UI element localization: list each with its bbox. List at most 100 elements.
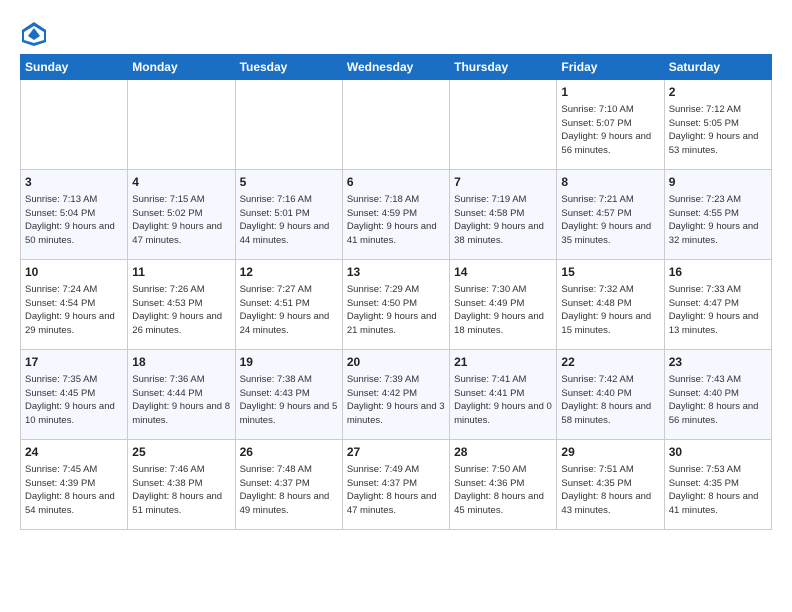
day-number: 23 <box>669 354 767 371</box>
calendar-cell-10: 10 Sunrise: 7:24 AM Sunset: 4:54 PM Dayli… <box>21 260 128 350</box>
day-info: Sunrise: 7:23 AM Sunset: 4:55 PM Dayligh… <box>669 193 767 248</box>
day-info: Sunrise: 7:30 AM Sunset: 4:49 PM Dayligh… <box>454 283 552 338</box>
calendar-week-row: 1 Sunrise: 7:10 AM Sunset: 5:07 PM Daylig… <box>21 80 772 170</box>
calendar-header-tuesday: Tuesday <box>235 55 342 80</box>
calendar-cell-4: 4 Sunrise: 7:15 AM Sunset: 5:02 PM Daylig… <box>128 170 235 260</box>
day-number: 16 <box>669 264 767 281</box>
day-number: 28 <box>454 444 552 461</box>
day-info: Sunrise: 7:42 AM Sunset: 4:40 PM Dayligh… <box>561 373 659 428</box>
day-number: 20 <box>347 354 445 371</box>
day-info: Sunrise: 7:33 AM Sunset: 4:47 PM Dayligh… <box>669 283 767 338</box>
calendar-cell-28: 28 Sunrise: 7:50 AM Sunset: 4:36 PM Dayli… <box>450 440 557 530</box>
day-number: 8 <box>561 174 659 191</box>
header <box>20 20 772 48</box>
logo-icon <box>20 20 48 48</box>
day-info: Sunrise: 7:41 AM Sunset: 4:41 PM Dayligh… <box>454 373 552 428</box>
day-info: Sunrise: 7:48 AM Sunset: 4:37 PM Dayligh… <box>240 463 338 518</box>
calendar-table: SundayMondayTuesdayWednesdayThursdayFrid… <box>20 54 772 530</box>
day-info: Sunrise: 7:45 AM Sunset: 4:39 PM Dayligh… <box>25 463 123 518</box>
calendar-cell-24: 24 Sunrise: 7:45 AM Sunset: 4:39 PM Dayli… <box>21 440 128 530</box>
calendar-cell-8: 8 Sunrise: 7:21 AM Sunset: 4:57 PM Daylig… <box>557 170 664 260</box>
calendar-cell-30: 30Sunrise: 7:53 AM Sunset: 4:35 PM Dayli… <box>664 440 771 530</box>
calendar-week-row: 3 Sunrise: 7:13 AM Sunset: 5:04 PM Daylig… <box>21 170 772 260</box>
calendar-cell-20: 20 Sunrise: 7:39 AM Sunset: 4:42 PM Dayli… <box>342 350 449 440</box>
calendar-cell-12: 12 Sunrise: 7:27 AM Sunset: 4:51 PM Dayli… <box>235 260 342 350</box>
calendar-cell-21: 21 Sunrise: 7:41 AM Sunset: 4:41 PM Dayli… <box>450 350 557 440</box>
day-info: Sunrise: 7:24 AM Sunset: 4:54 PM Dayligh… <box>25 283 123 338</box>
calendar-cell-27: 27 Sunrise: 7:49 AM Sunset: 4:37 PM Dayli… <box>342 440 449 530</box>
calendar-header-row: SundayMondayTuesdayWednesdayThursdayFrid… <box>21 55 772 80</box>
day-info: Sunrise: 7:35 AM Sunset: 4:45 PM Dayligh… <box>25 373 123 428</box>
calendar-cell-25: 25Sunrise: 7:46 AM Sunset: 4:38 PM Dayli… <box>128 440 235 530</box>
calendar-cell-1: 1 Sunrise: 7:10 AM Sunset: 5:07 PM Daylig… <box>557 80 664 170</box>
calendar-cell-18: 18Sunrise: 7:36 AM Sunset: 4:44 PM Dayli… <box>128 350 235 440</box>
day-info: Sunrise: 7:19 AM Sunset: 4:58 PM Dayligh… <box>454 193 552 248</box>
day-info: Sunrise: 7:21 AM Sunset: 4:57 PM Dayligh… <box>561 193 659 248</box>
calendar-cell-26: 26 Sunrise: 7:48 AM Sunset: 4:37 PM Dayli… <box>235 440 342 530</box>
calendar-cell-23: 23 Sunrise: 7:43 AM Sunset: 4:40 PM Dayli… <box>664 350 771 440</box>
calendar-cell-13: 13 Sunrise: 7:29 AM Sunset: 4:50 PM Dayli… <box>342 260 449 350</box>
day-info: Sunrise: 7:27 AM Sunset: 4:51 PM Dayligh… <box>240 283 338 338</box>
day-info: Sunrise: 7:39 AM Sunset: 4:42 PM Dayligh… <box>347 373 445 428</box>
day-info: Sunrise: 7:32 AM Sunset: 4:48 PM Dayligh… <box>561 283 659 338</box>
calendar-cell-5: 5 Sunrise: 7:16 AM Sunset: 5:01 PM Daylig… <box>235 170 342 260</box>
day-info: Sunrise: 7:18 AM Sunset: 4:59 PM Dayligh… <box>347 193 445 248</box>
day-number: 30 <box>669 444 767 461</box>
day-info: Sunrise: 7:49 AM Sunset: 4:37 PM Dayligh… <box>347 463 445 518</box>
calendar-cell-9: 9Sunrise: 7:23 AM Sunset: 4:55 PM Daylig… <box>664 170 771 260</box>
logo <box>20 20 52 48</box>
calendar-header-friday: Friday <box>557 55 664 80</box>
day-number: 10 <box>25 264 123 281</box>
day-info: Sunrise: 7:50 AM Sunset: 4:36 PM Dayligh… <box>454 463 552 518</box>
day-info: Sunrise: 7:51 AM Sunset: 4:35 PM Dayligh… <box>561 463 659 518</box>
calendar-cell-3: 3 Sunrise: 7:13 AM Sunset: 5:04 PM Daylig… <box>21 170 128 260</box>
day-number: 12 <box>240 264 338 281</box>
calendar-cell-19: 19Sunrise: 7:38 AM Sunset: 4:43 PM Dayli… <box>235 350 342 440</box>
day-info: Sunrise: 7:16 AM Sunset: 5:01 PM Dayligh… <box>240 193 338 248</box>
day-info: Sunrise: 7:26 AM Sunset: 4:53 PM Dayligh… <box>132 283 230 338</box>
day-number: 2 <box>669 84 767 101</box>
day-number: 22 <box>561 354 659 371</box>
calendar-cell-empty <box>450 80 557 170</box>
day-number: 3 <box>25 174 123 191</box>
day-info: Sunrise: 7:46 AM Sunset: 4:38 PM Dayligh… <box>132 463 230 518</box>
day-number: 1 <box>561 84 659 101</box>
day-info: Sunrise: 7:43 AM Sunset: 4:40 PM Dayligh… <box>669 373 767 428</box>
calendar-header-thursday: Thursday <box>450 55 557 80</box>
calendar-cell-7: 7 Sunrise: 7:19 AM Sunset: 4:58 PM Daylig… <box>450 170 557 260</box>
calendar-cell-11: 11 Sunrise: 7:26 AM Sunset: 4:53 PM Dayli… <box>128 260 235 350</box>
calendar-cell-14: 14 Sunrise: 7:30 AM Sunset: 4:49 PM Dayli… <box>450 260 557 350</box>
calendar-header-monday: Monday <box>128 55 235 80</box>
calendar-header-wednesday: Wednesday <box>342 55 449 80</box>
calendar-week-row: 17Sunrise: 7:35 AM Sunset: 4:45 PM Dayli… <box>21 350 772 440</box>
day-number: 11 <box>132 264 230 281</box>
calendar-cell-2: 2 Sunrise: 7:12 AM Sunset: 5:05 PM Daylig… <box>664 80 771 170</box>
calendar-cell-empty <box>235 80 342 170</box>
day-number: 6 <box>347 174 445 191</box>
day-info: Sunrise: 7:15 AM Sunset: 5:02 PM Dayligh… <box>132 193 230 248</box>
day-info: Sunrise: 7:12 AM Sunset: 5:05 PM Dayligh… <box>669 103 767 158</box>
page: SundayMondayTuesdayWednesdayThursdayFrid… <box>0 0 792 540</box>
day-number: 5 <box>240 174 338 191</box>
calendar-header-saturday: Saturday <box>664 55 771 80</box>
day-number: 4 <box>132 174 230 191</box>
day-number: 29 <box>561 444 659 461</box>
calendar-cell-empty <box>342 80 449 170</box>
day-number: 7 <box>454 174 552 191</box>
calendar-cell-22: 22 Sunrise: 7:42 AM Sunset: 4:40 PM Dayli… <box>557 350 664 440</box>
day-number: 27 <box>347 444 445 461</box>
day-info: Sunrise: 7:13 AM Sunset: 5:04 PM Dayligh… <box>25 193 123 248</box>
day-number: 21 <box>454 354 552 371</box>
calendar-cell-empty <box>21 80 128 170</box>
day-number: 15 <box>561 264 659 281</box>
day-number: 26 <box>240 444 338 461</box>
day-number: 13 <box>347 264 445 281</box>
calendar-cell-empty <box>128 80 235 170</box>
calendar-header-sunday: Sunday <box>21 55 128 80</box>
day-info: Sunrise: 7:29 AM Sunset: 4:50 PM Dayligh… <box>347 283 445 338</box>
day-info: Sunrise: 7:38 AM Sunset: 4:43 PM Dayligh… <box>240 373 338 428</box>
day-number: 14 <box>454 264 552 281</box>
calendar-cell-6: 6 Sunrise: 7:18 AM Sunset: 4:59 PM Daylig… <box>342 170 449 260</box>
day-info: Sunrise: 7:10 AM Sunset: 5:07 PM Dayligh… <box>561 103 659 158</box>
day-number: 24 <box>25 444 123 461</box>
